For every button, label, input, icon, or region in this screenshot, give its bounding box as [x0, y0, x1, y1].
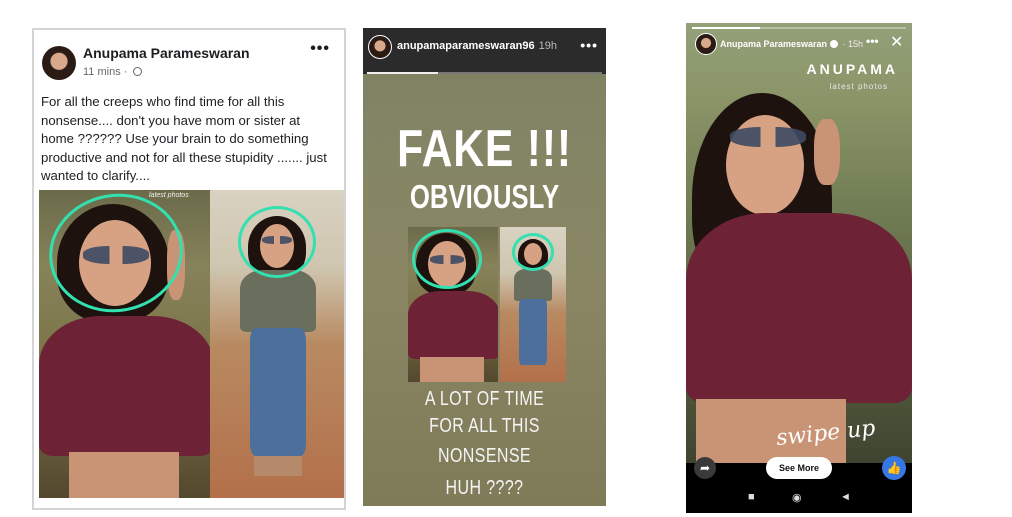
caption-line-1: A LOT OF TIME [424, 388, 545, 410]
story-time: 19h [538, 40, 557, 52]
inset-photos [408, 227, 566, 382]
post-time[interactable]: 11 mins [83, 66, 121, 78]
recents-square-icon[interactable]: ■ [748, 491, 755, 503]
photo-tag-text: latest photos [149, 192, 189, 199]
story-brand-text: ANUPAMA [806, 61, 898, 77]
story-avatar[interactable] [695, 33, 717, 55]
story-username[interactable]: Anupama Parameswaran · 15h [720, 39, 863, 49]
caption-line-3: NONSENSE [438, 445, 531, 467]
author-avatar[interactable] [42, 46, 76, 80]
inset-photo-left [408, 227, 498, 382]
story-time: · 15h [840, 39, 864, 49]
verified-badge-icon [830, 40, 839, 48]
more-dots-icon[interactable]: ••• [866, 34, 879, 48]
story-brand-subtext: latest photos [829, 82, 888, 91]
story-action-bar: ➦ See More 👍 [686, 453, 912, 483]
instagram-story-fake: anupamaparameswaran96 19h ••• FAKE !!! OB… [363, 28, 606, 506]
story-header: anupamaparameswaran96 19h ••• [363, 28, 606, 74]
close-icon[interactable]: ✕ [890, 32, 903, 52]
photo-right[interactable] [210, 190, 344, 498]
facebook-story-mobile: Anupama Parameswaran · 15h ••• ✕ ANUPAMA… [686, 23, 912, 513]
home-circle-icon[interactable]: ◉ [792, 491, 802, 504]
thumbs-up-icon[interactable]: 👍 [882, 456, 906, 480]
story-progress-bar [692, 27, 906, 29]
caption-line-2: FOR ALL THIS [429, 415, 540, 437]
see-more-button[interactable]: See More [766, 457, 832, 479]
headline-text: FAKE !!! [397, 120, 572, 178]
subheadline-text: OBVIOUSLY [409, 178, 560, 215]
story-username[interactable]: anupamaparameswaran96 19h [397, 40, 557, 52]
facebook-post-card: Anupama Parameswaran 11 mins · ••• For a… [32, 28, 346, 510]
caption-line-4: HUH ???? [445, 477, 524, 499]
post-meta: 11 mins · [83, 66, 142, 78]
story-avatar[interactable] [368, 35, 392, 59]
more-dots-icon[interactable]: ••• [310, 40, 330, 58]
face-highlight-circle [39, 190, 193, 323]
globe-icon [132, 67, 142, 76]
photo-left[interactable]: latest photos [39, 190, 210, 498]
post-text: For all the creeps who find time for all… [41, 94, 327, 183]
face-highlight-circle [238, 206, 316, 278]
back-triangle-icon[interactable]: ◄ [840, 491, 851, 503]
meta-separator: · [123, 66, 131, 78]
face-highlight-circle [412, 229, 482, 289]
share-arrow-icon[interactable]: ➦ [694, 457, 716, 479]
android-nav-bar: ■ ◉ ◄ [686, 485, 912, 513]
more-dots-icon[interactable]: ••• [580, 37, 598, 53]
face-highlight-circle [512, 233, 554, 271]
author-name[interactable]: Anupama Parameswaran [83, 45, 250, 61]
story-progress-bar [367, 72, 602, 74]
post-photos[interactable]: latest photos [39, 190, 344, 498]
inset-photo-right [500, 227, 566, 382]
